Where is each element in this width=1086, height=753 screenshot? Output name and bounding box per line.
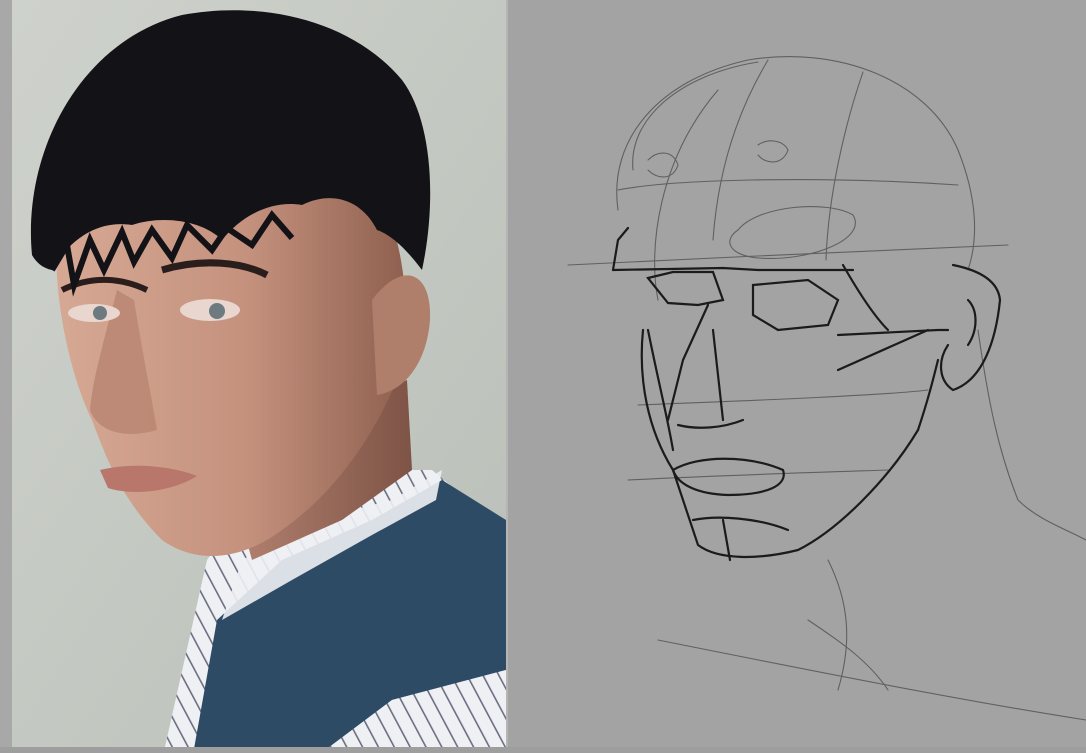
portrait-illustration xyxy=(12,0,506,747)
left-iris xyxy=(93,306,107,320)
reference-photo xyxy=(12,0,506,747)
left-margin xyxy=(0,0,12,753)
sketch-canvas xyxy=(508,0,1086,747)
right-iris xyxy=(209,303,225,319)
bottom-margin xyxy=(0,747,1086,753)
construction-sketch xyxy=(567,56,1086,721)
construction-lines xyxy=(567,56,1086,721)
contour-lines xyxy=(611,226,1002,562)
